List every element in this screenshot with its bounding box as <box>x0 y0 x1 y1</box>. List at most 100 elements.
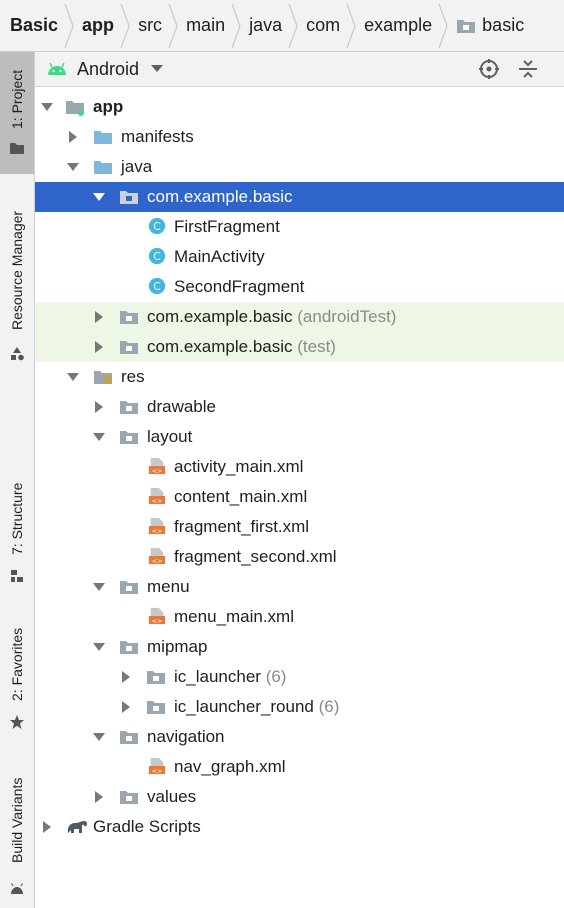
breadcrumb-com[interactable]: com <box>306 0 340 51</box>
expanded-arrow-icon[interactable] <box>93 431 105 443</box>
tree-node-drawable[interactable]: drawable <box>35 392 564 422</box>
tree-node-mipmap[interactable]: mipmap <box>35 632 564 662</box>
expanded-arrow-icon[interactable] <box>93 581 105 593</box>
tree-node-navigation[interactable]: navigation <box>35 722 564 752</box>
tree-node-res[interactable]: res <box>35 362 564 392</box>
xml-file-icon: <> <box>148 607 166 625</box>
tree-node-package-android-test[interactable]: com.example.basic (androidTest) <box>35 302 564 332</box>
tree-node-fragment-first-xml[interactable]: <> fragment_first.xml <box>35 512 564 542</box>
view-mode-label: Android <box>77 58 140 79</box>
tree-node-content-main-xml[interactable]: <> content_main.xml <box>35 482 564 512</box>
tree-node-main-activity[interactable]: C MainActivity <box>35 242 564 272</box>
breadcrumb: Basic app src main java com example basi… <box>0 0 564 52</box>
expanded-arrow-icon[interactable] <box>67 161 79 173</box>
tree-node-package-main[interactable]: com.example.basic <box>35 182 564 212</box>
breadcrumb-example[interactable]: example <box>364 0 432 51</box>
breadcrumb-basic-package[interactable]: basic <box>456 0 524 51</box>
tree-node-label: menu <box>147 577 190 596</box>
tree-node-ic-launcher[interactable]: ic_launcher (6) <box>35 662 564 692</box>
tree-node-menu-main-xml[interactable]: <> menu_main.xml <box>35 602 564 632</box>
folder-icon <box>94 131 112 144</box>
breadcrumb-basic[interactable]: Basic <box>10 0 58 51</box>
xml-file-icon: <> <box>148 547 166 565</box>
folder-icon <box>10 143 24 154</box>
module-folder-icon <box>66 101 84 116</box>
tree-node-java[interactable]: java <box>35 152 564 182</box>
view-mode-dropdown[interactable]: Android <box>47 52 164 86</box>
tree-node-nav-graph-xml[interactable]: <> nav_graph.xml <box>35 752 564 782</box>
expanded-arrow-icon[interactable] <box>67 371 79 383</box>
collapsed-arrow-icon[interactable] <box>93 341 105 353</box>
breadcrumb-java[interactable]: java <box>249 0 282 51</box>
locate-file-icon[interactable] <box>478 58 500 80</box>
collapsed-arrow-icon[interactable] <box>120 671 132 683</box>
breadcrumb-basic-label: basic <box>482 15 525 35</box>
tree-node-values[interactable]: values <box>35 782 564 812</box>
tree-node-app[interactable]: app <box>35 92 564 122</box>
expanded-arrow-icon[interactable] <box>93 641 105 653</box>
xml-file-icon: <> <box>148 517 166 535</box>
tree-node-fragment-second-xml[interactable]: <> fragment_second.xml <box>35 542 564 572</box>
tree-node-label: fragment_second.xml <box>174 547 337 566</box>
tree-node-manifests[interactable]: manifests <box>35 122 564 152</box>
tree-node-label: nav_graph.xml <box>174 757 286 776</box>
tree-node-first-fragment[interactable]: C FirstFragment <box>35 212 564 242</box>
folder-icon <box>147 671 165 684</box>
resource-manager-tool-button[interactable]: Resource Manager <box>0 202 34 372</box>
collapsed-arrow-icon[interactable] <box>120 701 132 713</box>
breadcrumb-main[interactable]: main <box>186 0 225 51</box>
svg-text:<>: <> <box>152 618 163 625</box>
favorites-tool-button[interactable]: 2: Favorites <box>0 622 34 736</box>
collapsed-arrow-icon[interactable] <box>93 311 105 323</box>
svg-text:C: C <box>153 250 161 263</box>
breadcrumb-separator <box>438 3 448 48</box>
project-tool-button[interactable]: 1: Project <box>0 52 34 174</box>
folder-icon <box>120 731 138 744</box>
structure-icon <box>11 570 23 582</box>
package-icon <box>120 191 138 204</box>
svg-text:<>: <> <box>152 768 163 775</box>
resources-folder-icon <box>94 371 112 384</box>
svg-text:<>: <> <box>152 498 163 505</box>
expanded-arrow-icon[interactable] <box>93 731 105 743</box>
tree-node-layout[interactable]: layout <box>35 422 564 452</box>
project-tool-label: 1: Project <box>9 69 25 129</box>
tree-node-label: com.example.basic <box>147 187 293 206</box>
structure-tool-button[interactable]: 7: Structure <box>0 478 34 588</box>
class-icon: C <box>148 217 166 235</box>
folder-icon <box>120 641 138 654</box>
tree-node-activity-main-xml[interactable]: <> activity_main.xml <box>35 452 564 482</box>
package-icon <box>120 341 138 354</box>
structure-label: 7: Structure <box>9 482 25 556</box>
tree-node-label: layout <box>147 427 193 446</box>
folder-icon <box>120 791 138 804</box>
tree-node-menu[interactable]: menu <box>35 572 564 602</box>
collapsed-arrow-icon[interactable] <box>41 821 53 833</box>
star-icon <box>10 715 24 729</box>
collapsed-arrow-icon[interactable] <box>93 791 105 803</box>
tree-node-label: com.example.basic (test) <box>147 337 336 356</box>
breadcrumb-src[interactable]: src <box>138 0 162 51</box>
collapsed-arrow-icon[interactable] <box>67 131 79 143</box>
tree-node-second-fragment[interactable]: C SecondFragment <box>35 272 564 302</box>
project-panel-header: Android <box>35 52 564 87</box>
tree-node-count: (6) <box>265 667 287 686</box>
gradle-elephant-icon <box>67 821 88 833</box>
svg-text:<>: <> <box>152 468 163 475</box>
collapsed-arrow-icon[interactable] <box>93 401 105 413</box>
tree-node-label: menu_main.xml <box>174 607 294 626</box>
build-variants-tool-button[interactable]: Build Variants <box>0 768 34 898</box>
xml-file-icon: <> <box>148 457 166 475</box>
tree-node-ic-launcher-round[interactable]: ic_launcher_round (6) <box>35 692 564 722</box>
tree-node-gradle-scripts[interactable]: Gradle Scripts <box>35 812 564 842</box>
breadcrumb-app[interactable]: app <box>82 0 114 51</box>
expanded-arrow-icon[interactable] <box>93 191 105 203</box>
tree-node-package-test[interactable]: com.example.basic (test) <box>35 332 564 362</box>
breadcrumb-separator <box>231 3 241 48</box>
expanded-arrow-icon[interactable] <box>41 101 53 113</box>
android-icon <box>10 883 24 894</box>
tree-node-label: app <box>93 97 124 116</box>
xml-file-icon: <> <box>148 487 166 505</box>
collapse-all-icon[interactable] <box>517 58 539 80</box>
xml-file-icon: <> <box>148 757 166 775</box>
